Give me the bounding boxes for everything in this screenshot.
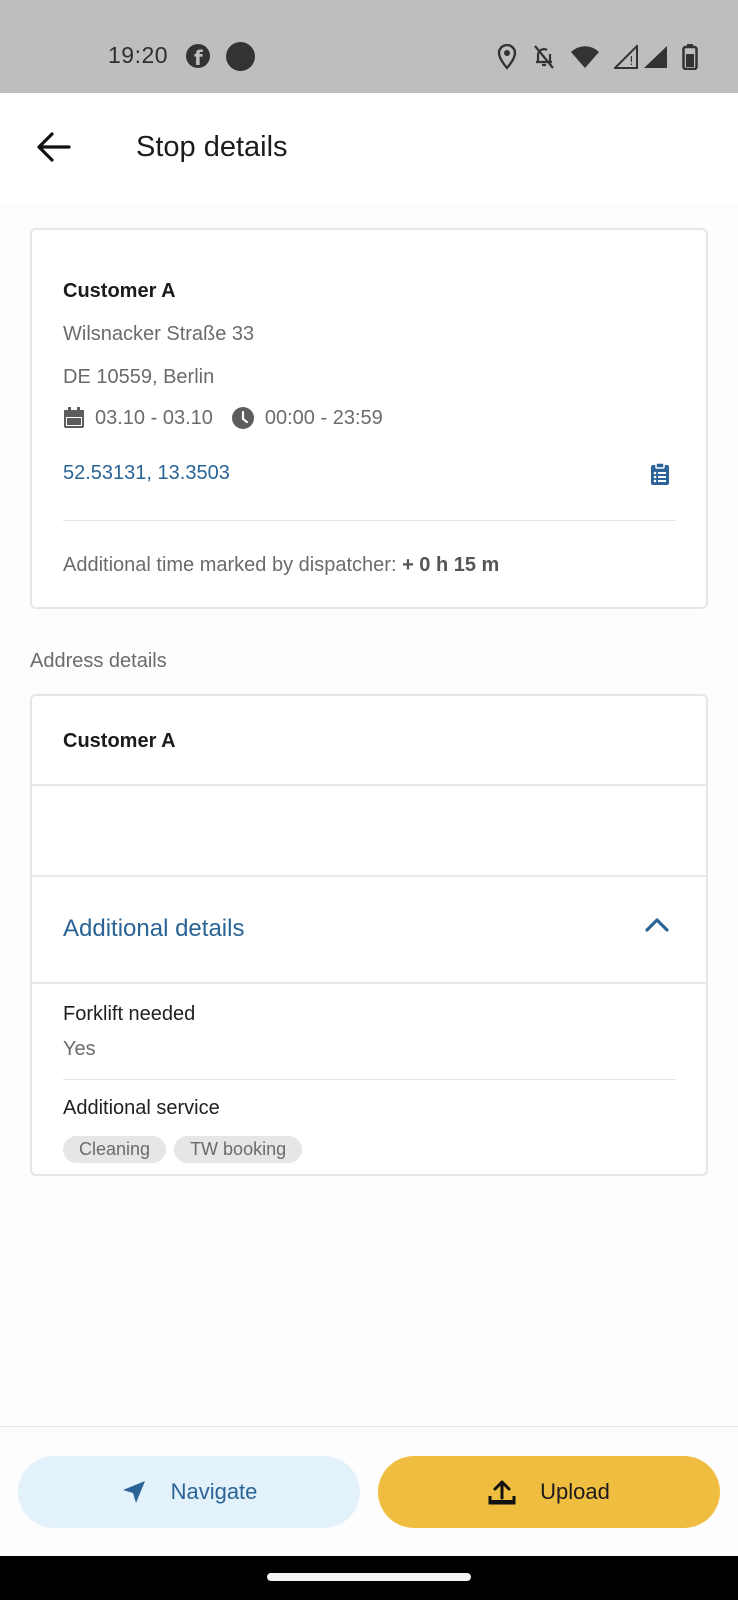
coordinates-link[interactable]: 52.53131, 13.3503 xyxy=(63,462,230,485)
clock-icon xyxy=(231,406,255,430)
additional-details-title: Additional details xyxy=(63,915,245,942)
additional-details-toggle[interactable]: Additional details xyxy=(32,877,706,984)
customer-name: Customer A xyxy=(63,280,176,302)
status-time: 19:20 xyxy=(108,42,169,68)
upload-icon xyxy=(488,1478,516,1506)
street-address: Wilsnacker Straße 33 xyxy=(63,323,255,345)
schedule: 03.10 - 03.10 00:00 - 23:59 xyxy=(63,406,383,430)
time-range: 00:00 - 23:59 xyxy=(264,406,383,429)
service-chip: Cleaning xyxy=(63,1136,167,1163)
navigation-arrow-icon xyxy=(121,1479,147,1505)
location-icon xyxy=(497,44,517,70)
navigate-button[interactable]: Navigate xyxy=(18,1456,360,1528)
navigate-label: Navigate xyxy=(170,1479,258,1504)
battery-icon xyxy=(682,44,698,70)
facebook-icon: f xyxy=(186,44,210,70)
address-customer-name: Customer A xyxy=(63,730,176,752)
forklift-value: Yes xyxy=(63,1038,96,1060)
calendar-icon xyxy=(63,407,85,429)
back-button[interactable] xyxy=(30,123,78,171)
app-bar: Stop details xyxy=(0,93,738,203)
chevron-up-icon[interactable] xyxy=(644,915,670,938)
svg-text:!: ! xyxy=(629,54,634,68)
system-nav-bar xyxy=(0,1556,738,1600)
additional-time: Additional time marked by dispatcher: + … xyxy=(63,554,499,577)
upload-label: Upload xyxy=(540,1479,610,1504)
bell-off-icon xyxy=(534,45,554,69)
date-range: 03.10 - 03.10 xyxy=(95,406,213,429)
address-empty-row xyxy=(32,786,706,877)
divider xyxy=(63,1079,676,1080)
additional-time-label: Additional time marked by dispatcher: xyxy=(63,554,397,576)
home-indicator[interactable] xyxy=(267,1573,471,1581)
upload-button[interactable]: Upload xyxy=(378,1456,720,1528)
wifi-icon xyxy=(571,46,599,68)
clipboard-icon[interactable] xyxy=(650,462,670,491)
divider xyxy=(63,520,676,521)
address-details-card: Customer A Additional details Forklift n… xyxy=(30,694,708,1176)
status-bar: 19:20 f ! xyxy=(0,0,738,93)
service-label: Additional service xyxy=(63,1097,220,1119)
arrow-left-icon xyxy=(37,132,71,162)
service-chip: TW booking xyxy=(174,1136,303,1163)
signal-icon: ! xyxy=(614,45,667,69)
bottom-action-bar: Navigate Upload xyxy=(0,1426,738,1556)
status-icons: ! xyxy=(496,42,698,72)
address-customer-row: Customer A xyxy=(32,696,706,786)
city-address: DE 10559, Berlin xyxy=(63,366,215,388)
address-details-label: Address details xyxy=(30,650,167,672)
forklift-label: Forklift needed xyxy=(63,1003,196,1025)
page-title: Stop details xyxy=(136,131,288,163)
stop-card: Customer A Wilsnacker Straße 33 DE 10559… xyxy=(30,228,708,609)
additional-time-value: + 0 h 15 m xyxy=(402,554,500,576)
dot-icon xyxy=(226,42,255,71)
service-chips: Cleaning TW booking xyxy=(63,1136,303,1163)
